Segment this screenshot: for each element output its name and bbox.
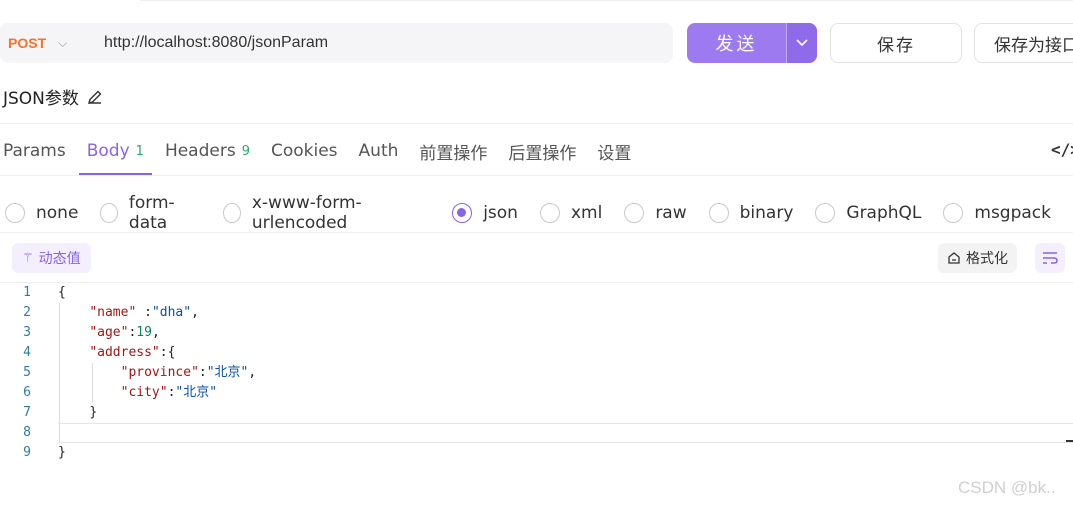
- tab-settings[interactable]: 设置: [597, 137, 631, 165]
- json-editor[interactable]: 1 { 2 "name" :"dha", 3 "age":19, 4 "addr…: [0, 283, 1073, 463]
- line-number: 7: [23, 405, 31, 420]
- scroll-marker: [1066, 440, 1073, 442]
- line-number: 1: [23, 285, 31, 300]
- request-name-label: JSON参数: [3, 89, 79, 109]
- radio-circle[interactable]: [539, 203, 560, 223]
- line-number: 2: [23, 305, 31, 320]
- request-name: JSON参数: [3, 84, 103, 109]
- send-dropdown[interactable]: [786, 23, 817, 63]
- line-number: 8: [23, 425, 31, 440]
- radio-form-data[interactable]: form-data: [100, 193, 201, 233]
- radio-circle[interactable]: [624, 203, 645, 223]
- send-button-label[interactable]: 发送: [687, 23, 786, 63]
- watermark: CSDN @bk..: [958, 478, 1056, 497]
- send-button[interactable]: 发送: [687, 23, 817, 63]
- magic-wand-icon: ⚚: [22, 250, 34, 266]
- dynamic-value-button[interactable]: ⚚ 动态值: [12, 243, 91, 273]
- divider: [0, 175, 1073, 176]
- chevron-down-icon[interactable]: ⌵: [58, 36, 67, 51]
- method-select[interactable]: POST ⌵: [0, 35, 90, 51]
- code-line[interactable]: {: [58, 283, 66, 303]
- tab-auth[interactable]: Auth: [359, 137, 399, 165]
- save-button[interactable]: 保存: [830, 23, 962, 63]
- radio-xml[interactable]: xml: [539, 203, 602, 223]
- tab-cookies[interactable]: Cookies: [271, 137, 338, 165]
- radio-circle[interactable]: [452, 203, 473, 223]
- radio-json[interactable]: json: [452, 203, 518, 223]
- tab-pre-processors[interactable]: 前置操作: [419, 137, 487, 165]
- chevron-down-icon: [796, 39, 808, 47]
- request-tabs: Params Body 1 Headers 9 Cookies Auth 前置操作 …: [3, 137, 652, 175]
- line-number: 9: [23, 445, 31, 460]
- radio-raw[interactable]: raw: [624, 203, 687, 223]
- format-button[interactable]: 格式化: [938, 243, 1017, 273]
- radio-circle[interactable]: [100, 203, 118, 223]
- tab-badge: 1: [135, 143, 144, 159]
- line-number: 6: [23, 385, 31, 400]
- code-line[interactable]: "city":"北京": [58, 383, 217, 403]
- radio-circle[interactable]: [708, 203, 729, 223]
- radio-circle[interactable]: [223, 203, 241, 223]
- divider: [0, 123, 1073, 124]
- code-view-icon[interactable]: </>: [1051, 140, 1073, 159]
- code-line[interactable]: "age":19,: [58, 323, 159, 343]
- radio-graphql[interactable]: GraphQL: [815, 203, 921, 223]
- radio-x-www-form-urlencoded[interactable]: x-www-form-urlencoded: [223, 193, 430, 233]
- radio-binary[interactable]: binary: [708, 203, 793, 223]
- code-line[interactable]: }: [58, 403, 97, 423]
- wrap-lines-button[interactable]: [1035, 243, 1065, 273]
- radio-circle[interactable]: [815, 203, 836, 223]
- wrap-lines-icon: [1043, 252, 1058, 264]
- code-line[interactable]: "name" :"dha",: [58, 303, 199, 323]
- radio-none[interactable]: none: [5, 203, 78, 223]
- tab-headers[interactable]: Headers 9: [165, 137, 250, 165]
- body-type-group: none form-data x-www-form-urlencoded jso…: [5, 193, 1073, 233]
- url-input[interactable]: http://localhost:8080/jsonParam: [104, 34, 328, 52]
- code-line[interactable]: "address":{: [58, 343, 175, 363]
- code-line[interactable]: "province":"北京",: [58, 363, 257, 383]
- top-divider: [140, 0, 1073, 4]
- tab-badge: 9: [241, 143, 250, 159]
- format-icon: [948, 252, 960, 264]
- edit-icon[interactable]: [87, 89, 103, 105]
- save-as-api-button[interactable]: 保存为接口: [974, 23, 1073, 63]
- radio-msgpack[interactable]: msgpack: [943, 203, 1051, 223]
- line-number: 5: [23, 365, 31, 380]
- radio-circle[interactable]: [5, 203, 25, 223]
- request-url-bar[interactable]: POST ⌵ http://localhost:8080/jsonParam: [0, 23, 673, 63]
- code-line[interactable]: }: [58, 443, 66, 463]
- radio-circle[interactable]: [943, 203, 964, 223]
- line-number: 4: [23, 345, 31, 360]
- line-number: 3: [23, 325, 31, 340]
- tab-params[interactable]: Params: [3, 137, 66, 165]
- tab-body[interactable]: Body 1: [78, 137, 153, 175]
- divider: [0, 232, 1073, 233]
- tab-post-processors[interactable]: 后置操作: [508, 137, 576, 165]
- method-label: POST: [8, 35, 47, 51]
